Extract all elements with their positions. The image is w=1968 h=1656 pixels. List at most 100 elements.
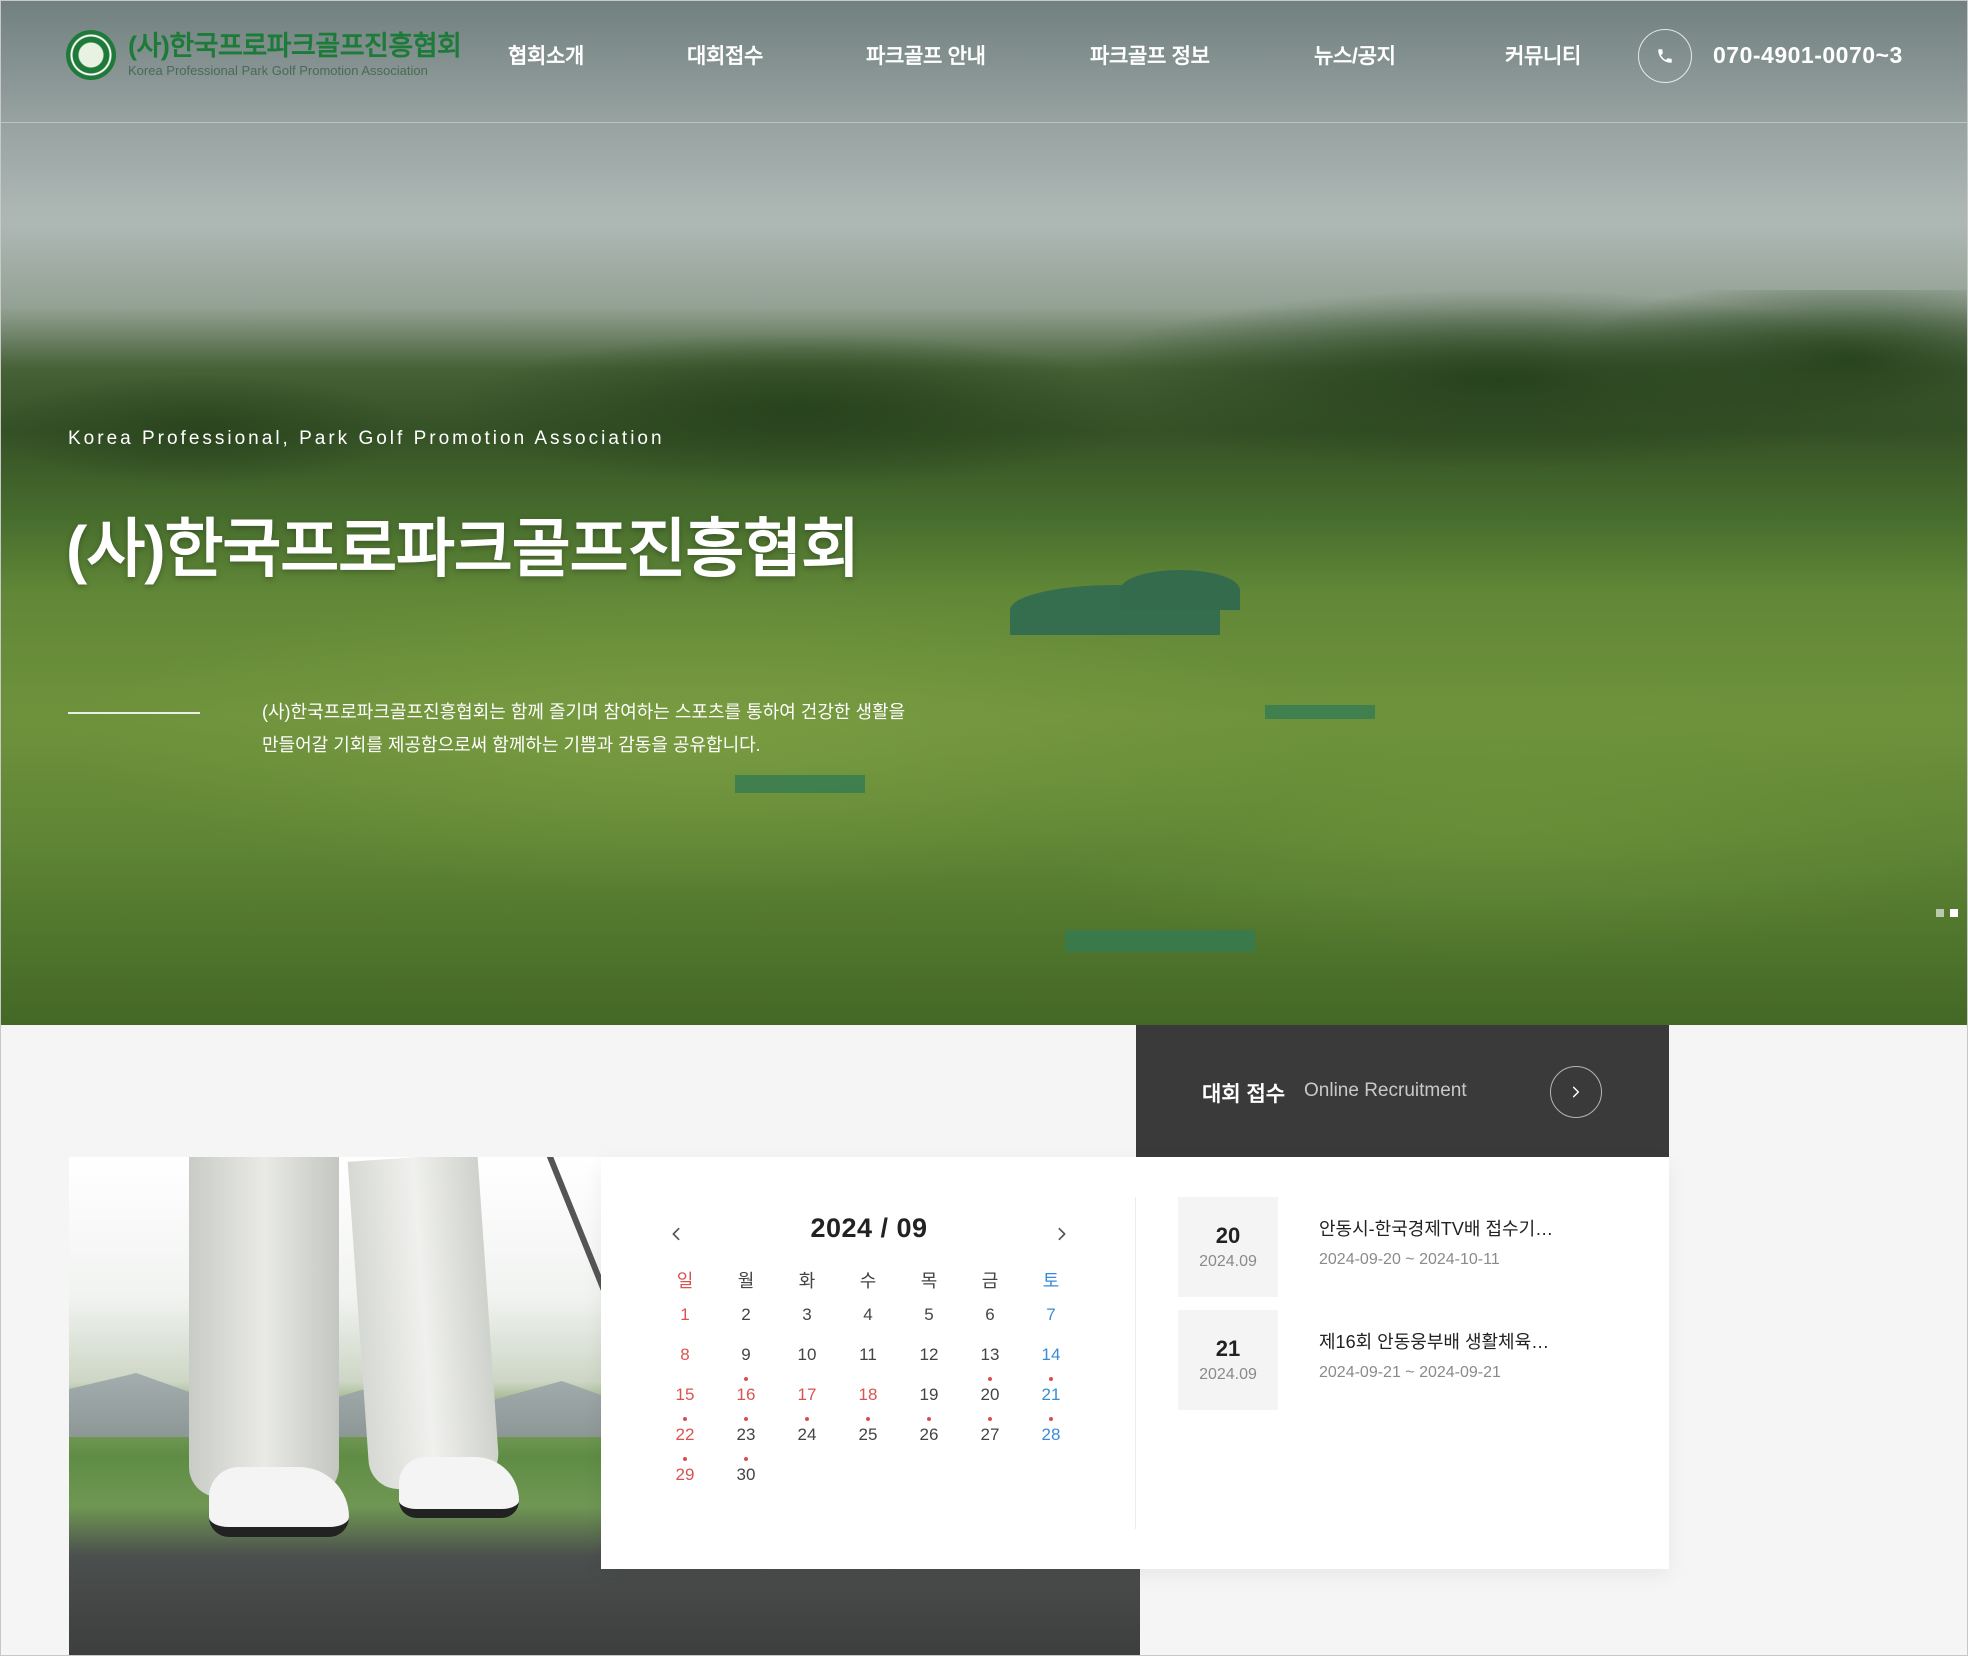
calendar-day[interactable]: 28: [1021, 1417, 1081, 1445]
event-dot-icon: [683, 1457, 687, 1461]
calendar-day[interactable]: 22: [655, 1417, 715, 1445]
event-dot-icon: [988, 1377, 992, 1381]
event-day: 20: [1215, 1223, 1241, 1248]
recruit-more-button[interactable]: [1550, 1066, 1602, 1118]
calendar-day-number: 7: [1046, 1305, 1056, 1324]
hero-eyebrow: Korea Professional, Park Golf Promotion …: [68, 428, 665, 449]
calendar-day[interactable]: 6: [960, 1305, 1020, 1325]
calendar-day[interactable]: 12: [899, 1345, 959, 1365]
calendar-day-number: 29: [675, 1465, 695, 1484]
event-dot-icon: [1049, 1417, 1053, 1421]
event-date-box: 20 2024.09: [1178, 1197, 1278, 1297]
calendar-day-number: 10: [797, 1345, 817, 1364]
hero-title: (사)한국프로파크골프진흥협회: [66, 513, 860, 585]
calendar-day[interactable]: 25: [838, 1417, 898, 1445]
event-item[interactable]: 20 2024.09 안동시-한국경제TV배 접수기… 2024-09-20 ~…: [1178, 1197, 1618, 1297]
event-date-range: 2024-09-21 ~ 2024-09-21: [1319, 1364, 1501, 1381]
calendar-day[interactable]: 15: [655, 1385, 715, 1405]
calendar-day[interactable]: 27: [960, 1417, 1020, 1445]
recruit-header: 대회 접수 Online Recruitment: [1136, 1025, 1669, 1157]
event-date-range: 2024-09-20 ~ 2024-10-11: [1319, 1251, 1500, 1268]
calendar-day-number: 11: [859, 1345, 877, 1364]
event-year-month: 2024.09: [1199, 1366, 1257, 1383]
calendar-day-number: 27: [980, 1425, 1000, 1444]
site-logo[interactable]: (사)한국프로파크골프진흥협회 Korea Professional Park …: [66, 30, 462, 80]
event-title[interactable]: 안동시-한국경제TV배 접수기…: [1319, 1215, 1589, 1241]
calendar-day-number: 9: [741, 1345, 751, 1364]
calendar-day[interactable]: 30: [716, 1457, 776, 1485]
nav-item-about[interactable]: 협회소개: [508, 40, 584, 70]
calendar-day[interactable]: 24: [777, 1417, 837, 1445]
calendar-day[interactable]: 3: [777, 1305, 837, 1325]
calendar-day-number: 15: [675, 1385, 695, 1404]
chevron-right-icon: [1572, 1086, 1580, 1098]
logo-title: (사)한국프로파크골프진흥협회: [128, 31, 462, 61]
calendar-day[interactable]: 2: [716, 1305, 776, 1325]
phone-number[interactable]: 070-4901-0070~3: [1713, 42, 1903, 69]
recruit-title: 대회 접수: [1202, 1083, 1286, 1106]
calendar-day[interactable]: 17: [777, 1385, 837, 1405]
recruit-subtitle: Online Recruitment: [1304, 1080, 1467, 1101]
calendar-day[interactable]: 4: [838, 1305, 898, 1325]
calendar-day-number: 14: [1041, 1345, 1061, 1364]
calendar-day-number: 20: [980, 1385, 1000, 1404]
calendar-day-number: 12: [919, 1345, 939, 1364]
event-title[interactable]: 제16회 안동웅부배 생활체육…: [1319, 1328, 1589, 1354]
calendar-day[interactable]: 5: [899, 1305, 959, 1325]
calendar-day[interactable]: 9: [716, 1345, 776, 1365]
calendar-day[interactable]: 26: [899, 1417, 959, 1445]
calendar-day[interactable]: 1: [655, 1305, 715, 1325]
calendar-day[interactable]: 21: [1021, 1377, 1081, 1405]
event-year-month: 2024.09: [1199, 1253, 1257, 1270]
nav-item-parkgolf-info[interactable]: 파크골프 정보: [1090, 40, 1210, 70]
event-dot-icon: [744, 1457, 748, 1461]
calendar-day-number: 18: [858, 1385, 878, 1404]
calendar-day[interactable]: 18: [838, 1385, 898, 1405]
phone-icon: [1658, 49, 1672, 63]
calendar-card: 2024 / 09 일 월 화 수 목 금 토 1 2 3 4 5 6 7 8 9 10 11 12 13 14 15 16…: [601, 1157, 1669, 1569]
nav-item-parkgolf-guide[interactable]: 파크골프 안내: [866, 40, 986, 70]
event-dot-icon: [866, 1417, 870, 1421]
photo-mountains: [69, 1365, 629, 1437]
calendar-day-number: 25: [858, 1425, 878, 1444]
hero-description: (사)한국프로파크골프진흥협회는 함께 즐기며 참여하는 스포츠를 통하여 건강…: [262, 696, 1022, 762]
hero-description-line: (사)한국프로파크골프진흥협회는 함께 즐기며 참여하는 스포츠를 통하여 건강…: [262, 702, 906, 722]
calendar-day-number: 21: [1041, 1385, 1061, 1404]
calendar-day[interactable]: 11: [838, 1345, 898, 1365]
slider-dot-active[interactable]: [1950, 909, 1958, 917]
calendar-day[interactable]: 23: [716, 1417, 776, 1445]
calendar-weekday: 금: [981, 1271, 999, 1291]
calendar-day[interactable]: 8: [655, 1345, 715, 1365]
calendar-day[interactable]: 14: [1021, 1345, 1081, 1365]
calendar: 2024 / 09 일 월 화 수 목 금 토 1 2 3 4 5 6 7 8 9 10 11 12 13 14 15 16…: [641, 1157, 1066, 1569]
photo-leg: [189, 1157, 339, 1497]
calendar-day[interactable]: 10: [777, 1345, 837, 1365]
calendar-weekday: 일: [676, 1271, 694, 1291]
calendar-day[interactable]: 20: [960, 1377, 1020, 1405]
slider-dot[interactable]: [1936, 909, 1944, 917]
calendar-day[interactable]: 19: [899, 1385, 959, 1405]
calendar-weekday: 목: [920, 1271, 938, 1291]
event-dot-icon: [744, 1377, 748, 1381]
calendar-day-number: 4: [863, 1305, 873, 1324]
nav-item-community[interactable]: 커뮤니티: [1505, 40, 1581, 70]
calendar-day-number: 30: [736, 1465, 756, 1484]
calendar-day-number: 1: [680, 1305, 690, 1324]
calendar-day-number: 23: [736, 1425, 756, 1444]
calendar-day[interactable]: 7: [1021, 1305, 1081, 1325]
event-item[interactable]: 21 2024.09 제16회 안동웅부배 생활체육… 2024-09-21 ~…: [1178, 1310, 1618, 1410]
calendar-day[interactable]: 13: [960, 1345, 1020, 1365]
phone-button[interactable]: [1638, 29, 1692, 83]
nav-item-competition[interactable]: 대회접수: [687, 40, 763, 70]
calendar-day-number: 2: [741, 1305, 751, 1324]
calendar-day[interactable]: 16: [716, 1377, 776, 1405]
calendar-day-number: 24: [797, 1425, 817, 1444]
calendar-day-number: 16: [736, 1385, 756, 1404]
calendar-weekday: 월: [737, 1271, 755, 1291]
photo-leg: [347, 1157, 501, 1492]
calendar-next-button[interactable]: [1047, 1219, 1077, 1249]
calendar-day[interactable]: 29: [655, 1457, 715, 1485]
event-date-box: 21 2024.09: [1178, 1310, 1278, 1410]
calendar-day-number: 26: [919, 1425, 939, 1444]
nav-item-news[interactable]: 뉴스/공지: [1314, 40, 1396, 70]
